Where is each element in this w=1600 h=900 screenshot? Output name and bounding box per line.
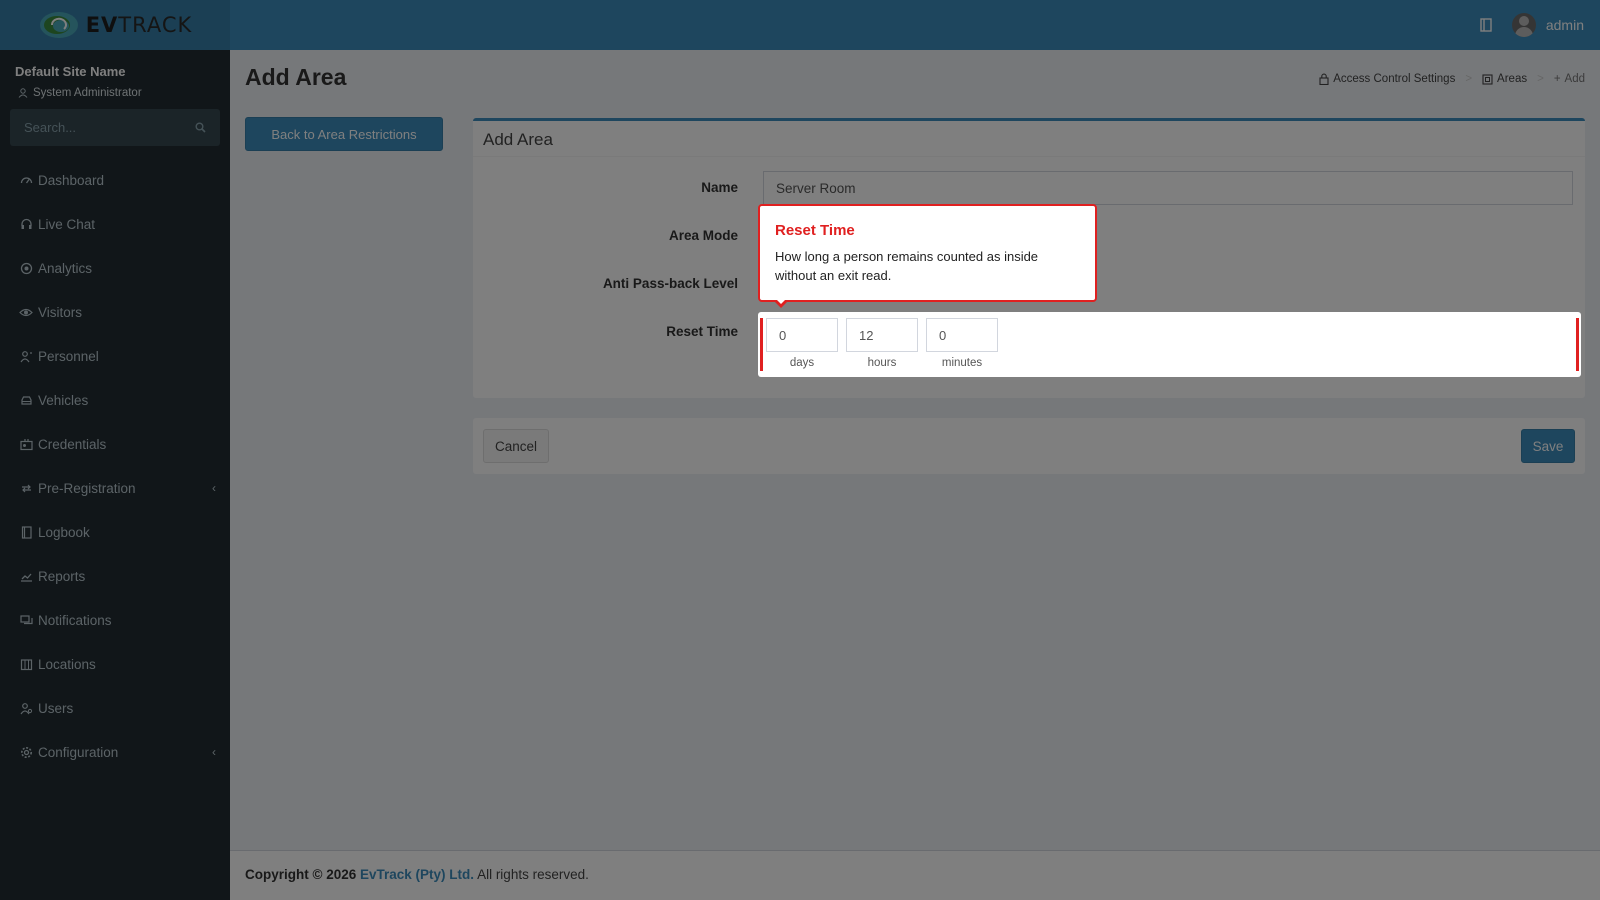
tour-overlay [0, 0, 1600, 900]
days-unit-label: days [789, 357, 815, 369]
minutes-unit-label: minutes [941, 357, 983, 369]
tooltip-title: Reset Time [775, 222, 855, 239]
reset-hours-input[interactable] [846, 318, 918, 352]
reset-minutes-input[interactable] [926, 318, 998, 352]
tooltip-arrow [774, 299, 788, 308]
hours-unit-label: hours [867, 357, 897, 369]
reset-days-group: days [766, 318, 838, 369]
reset-time-highlight: days hours minutes [758, 312, 1581, 377]
reset-minutes-group: minutes [926, 318, 998, 369]
reset-hours-group: hours [846, 318, 918, 369]
reset-days-input[interactable] [766, 318, 838, 352]
highlight-bar-left [760, 318, 763, 371]
highlight-bar-right [1576, 318, 1579, 371]
tour-tooltip: Reset Time How long a person remains cou… [758, 204, 1097, 308]
tooltip-body: How long a person remains counted as ins… [775, 249, 1039, 283]
